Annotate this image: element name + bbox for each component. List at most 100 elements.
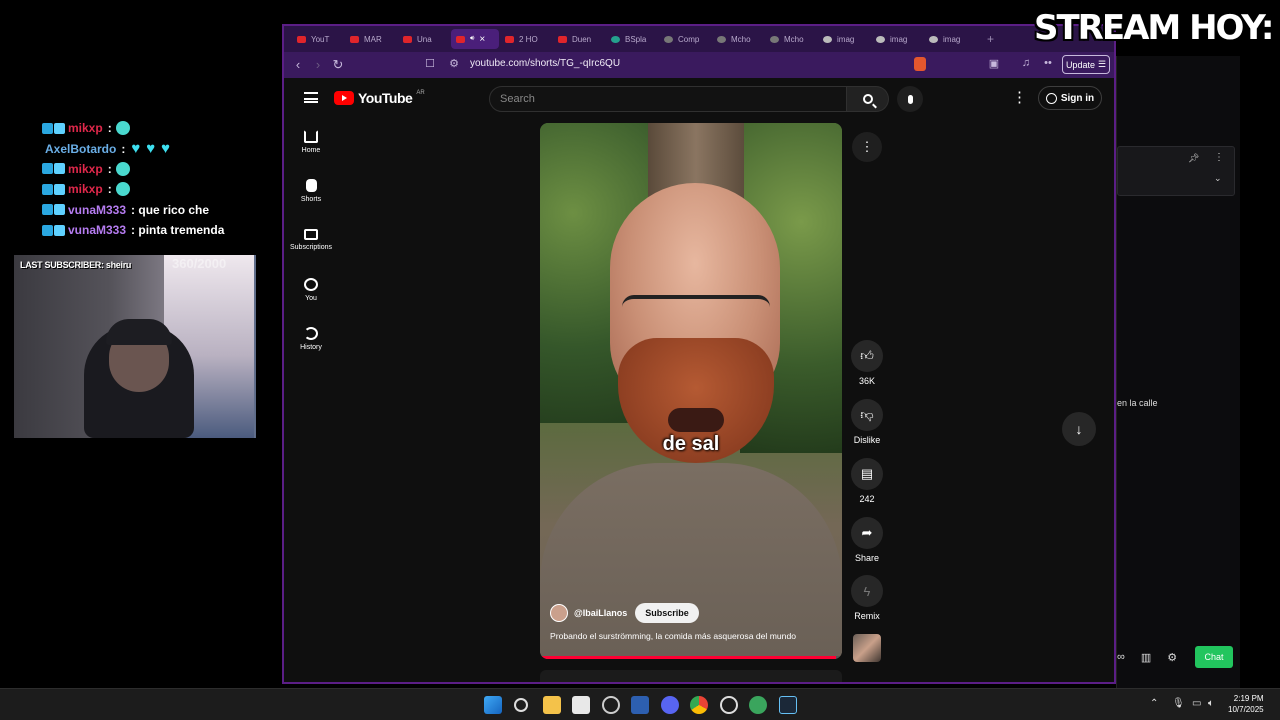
- last-subscriber-label: LAST SUBSCRIBER: sheiru: [20, 260, 132, 270]
- media-icon[interactable]: ♫: [1016, 57, 1036, 69]
- obs-icon[interactable]: [602, 696, 620, 714]
- green-favicon-icon: [611, 35, 620, 43]
- sidebar-item-you[interactable]: You: [286, 278, 336, 302]
- stream-banner: STREAM HOY: 48: [1034, 8, 1280, 48]
- file-explorer-icon[interactable]: [543, 696, 561, 714]
- emote-icon: [115, 182, 130, 197]
- next-short-button[interactable]: ↓: [1062, 412, 1096, 446]
- mic-tray-icon[interactable]: 🎙︎: [1172, 698, 1185, 709]
- progress-fill: [540, 656, 836, 659]
- browser-tab[interactable]: Duen: [553, 29, 605, 49]
- chat-badge-icon: [42, 224, 65, 236]
- short-video-player[interactable]: de sal @IbaiLlanos Subscribe Probando el…: [540, 123, 842, 659]
- settings-more-icon[interactable]: ⋮: [1012, 88, 1027, 106]
- video-more-options-icon[interactable]: ⋮: [852, 132, 882, 162]
- tab-bar: YouT MAR Una 🔊︎ × 2 HO Duen BSpla Comp Mcho Mcho im…: [284, 26, 1114, 52]
- browser-tab[interactable]: imag: [924, 29, 976, 49]
- clock[interactable]: 2:19 PM 10/7/2025: [1228, 693, 1264, 715]
- update-button[interactable]: Update ☰: [1062, 55, 1110, 74]
- url-field[interactable]: youtube.com/shorts/TG_-qIrc6QU: [470, 58, 620, 69]
- browser-tab[interactable]: Mcho: [712, 29, 764, 49]
- tab-label: Mcho: [731, 34, 751, 44]
- stream-chat-overlay: mikxp: AxelBotardo: ♥ ♥ ♥ mikxp: mikxp: vunaM33…: [42, 118, 282, 240]
- forward-button[interactable]: ›: [308, 57, 328, 72]
- new-tab-button[interactable]: +: [987, 32, 994, 46]
- steam-icon[interactable]: [779, 696, 797, 714]
- channel-name[interactable]: @IbaiLlanos: [574, 608, 627, 618]
- search-icon[interactable]: [514, 698, 528, 712]
- chat-message: :: [107, 121, 112, 136]
- browser-tab[interactable]: BSpla: [606, 29, 658, 49]
- settings-app-icon[interactable]: [720, 696, 738, 714]
- screenshot-icon[interactable]: ▣: [984, 57, 1004, 70]
- sidebar-item-subscriptions[interactable]: Subscriptions: [286, 229, 336, 251]
- bookmark-icon[interactable]: ☐: [420, 57, 440, 70]
- chat-line: mikxp:: [42, 179, 282, 199]
- sound-thumbnail[interactable]: [853, 634, 881, 662]
- search-button[interactable]: [847, 86, 889, 112]
- xbox-icon[interactable]: [749, 696, 767, 714]
- app-icon[interactable]: [631, 696, 649, 714]
- tab-label: Una: [417, 34, 432, 44]
- browser-tab[interactable]: 2 HO: [500, 29, 552, 49]
- reload-button[interactable]: ↻: [328, 57, 348, 73]
- browser-tab[interactable]: imag: [818, 29, 870, 49]
- sidebar-item-history[interactable]: History: [286, 327, 336, 351]
- remix-button[interactable]: ϟ Remix: [850, 575, 884, 621]
- settings-icon[interactable]: ⚙: [1167, 651, 1177, 664]
- browser-tab[interactable]: Comp: [659, 29, 711, 49]
- audio-icon[interactable]: 🔊︎: [470, 35, 474, 43]
- background-window: 📌︎ ⋮ ⌄ en la calle ∞ ▥ ⚙ Chat: [1116, 56, 1240, 688]
- comments-button[interactable]: ▤ 242: [850, 458, 884, 504]
- volume-icon[interactable]: 🔈︎: [1208, 698, 1214, 709]
- store-app-icon[interactable]: [572, 696, 590, 714]
- link-icon[interactable]: ∞: [1117, 651, 1125, 664]
- tab-active[interactable]: 🔊︎ ×: [451, 29, 499, 49]
- start-icon[interactable]: [484, 696, 502, 714]
- sidebar-item-home[interactable]: Home: [286, 130, 336, 154]
- globe-favicon-icon: [929, 35, 938, 43]
- chat-line: mikxp:: [42, 159, 282, 179]
- video-progress-bar[interactable]: [540, 656, 842, 659]
- channel-row: @IbaiLlanos Subscribe: [550, 603, 699, 623]
- discord-icon[interactable]: [661, 696, 679, 714]
- sidebar-item-shorts[interactable]: Shorts: [286, 179, 336, 203]
- back-button[interactable]: ‹: [288, 57, 308, 72]
- browser-tab[interactable]: MAR: [345, 29, 397, 49]
- pin-icon[interactable]: 📌︎: [1188, 153, 1199, 164]
- chat-message: :: [107, 161, 112, 176]
- site-info-icon[interactable]: ⚙: [444, 57, 464, 70]
- search-input[interactable]: Search: [489, 86, 847, 112]
- menu-icon[interactable]: [304, 92, 318, 103]
- brave-shield-icon[interactable]: [914, 57, 926, 71]
- home-icon: [304, 130, 318, 143]
- extensions-icon[interactable]: ••: [1038, 57, 1058, 69]
- video-title[interactable]: Probando el surströmming, la comida más …: [550, 631, 796, 641]
- tray-chevron-icon[interactable]: ⌃: [1150, 698, 1158, 709]
- chrome-icon[interactable]: [690, 696, 708, 714]
- browser-tab[interactable]: YouT: [292, 29, 344, 49]
- channel-avatar[interactable]: [550, 604, 568, 622]
- like-button[interactable]: 👍︎ 36K: [850, 340, 884, 386]
- voice-search-button[interactable]: [897, 86, 923, 112]
- chat-username: mikxp: [68, 161, 103, 176]
- close-tab-icon[interactable]: ×: [479, 34, 485, 45]
- tab-label: 2 HO: [519, 34, 538, 44]
- network-icon[interactable]: ▭: [1192, 698, 1201, 709]
- youtube-logo[interactable]: YouTube AR: [334, 90, 425, 106]
- store-icon[interactable]: ▥: [1141, 651, 1151, 664]
- sign-in-button[interactable]: Sign in: [1038, 86, 1102, 110]
- browser-tab[interactable]: imag: [871, 29, 923, 49]
- chat-badge-icon: [42, 122, 65, 134]
- chat-button[interactable]: Chat: [1195, 646, 1233, 668]
- browser-tab[interactable]: Una: [398, 29, 450, 49]
- panel-more-icon[interactable]: ⋮: [1214, 152, 1224, 163]
- emote-icon: [115, 161, 130, 176]
- tab-label: MAR: [364, 34, 382, 44]
- subscribe-button[interactable]: Subscribe: [635, 603, 699, 623]
- dislike-button[interactable]: 👎︎ Dislike: [850, 399, 884, 445]
- share-button[interactable]: ➦ Share: [850, 517, 884, 563]
- browser-tab[interactable]: Mcho: [765, 29, 817, 49]
- chat-username: vunaM333: [68, 202, 127, 217]
- chevron-down-icon[interactable]: ⌄: [1214, 173, 1222, 184]
